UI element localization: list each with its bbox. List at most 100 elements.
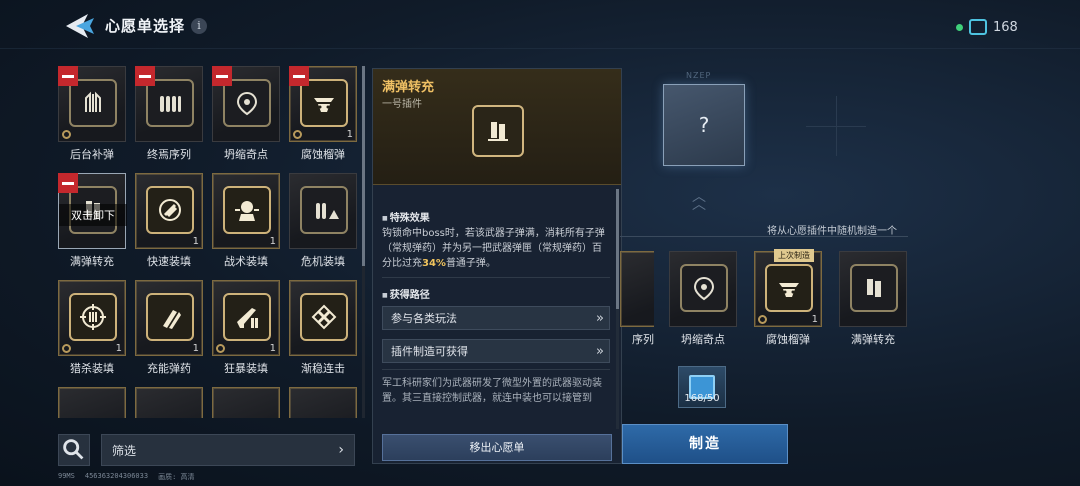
item-name: 坍缩奇点 [224,148,268,161]
corrosion-grenade-icon [765,264,813,312]
item-count: 1 [192,236,199,247]
effect-section-title: 特殊效果 [382,209,430,224]
plugin-item[interactable]: 终焉序列 [135,66,203,162]
plugin-item[interactable]: 1 战术装填 [212,173,280,269]
plugin-item[interactable]: 渐稳连击 [289,280,357,376]
item-name: 充能弹药 [147,362,191,375]
item-count: 1 [269,236,276,247]
effect-highlight-value: 34% [422,258,446,269]
plugin-item[interactable]: 1 腐蚀榴弹 [289,66,357,162]
random-result-slot: ? [663,84,745,166]
plugin-item[interactable]: 坍缩奇点 [212,66,280,162]
chevron-right-icon: › [338,442,344,458]
item-count: 1 [192,343,199,354]
remove-badge-icon[interactable] [289,66,309,86]
plugin-material-icon [969,19,987,35]
hunt-reload-icon [69,293,117,341]
chevron-up-icon: ︿ ︿ [692,189,706,213]
reload-icon [69,79,117,127]
craft-pool-item[interactable]: 序列 [620,251,654,347]
page-title: 心愿单选择 [105,17,186,35]
crisis-reload-icon [300,186,348,234]
tactical-reload-icon [223,186,271,234]
material-count: 168/50 [684,393,720,404]
currency-display: 168 [956,17,1018,37]
plugin-item[interactable]: 危机装填 [289,173,357,269]
remove-badge-icon[interactable] [58,66,78,86]
wishlist-grid: 后台补弹 终焉序列 坍缩奇点 1 腐蚀榴弹 双击卸下 满弹转充 1 快速装填 1… [58,66,358,418]
singularity-icon [223,79,271,127]
item-name: 后台补弹 [70,148,114,161]
craft-pool-item-last-made[interactable]: 上次制造 1 腐蚀榴弹 [754,249,822,347]
info-icon[interactable]: i [191,18,207,34]
divider [620,236,908,237]
route-label: 插件制造可获得 [391,345,468,358]
mag-transfer-icon [850,264,898,312]
item-name: 序列 [632,333,654,346]
obtain-route-button[interactable]: 插件制造可获得 » [382,339,610,363]
background-line [836,96,837,156]
plugin-item[interactable] [212,387,280,418]
obtain-section-title: 获得路径 [382,286,430,301]
currency-value: 168 [993,19,1018,35]
wishlist-scrollbar[interactable] [362,66,365,418]
detail-scrollbar[interactable] [616,189,619,429]
last-made-badge: 上次制造 [774,249,814,262]
item-name: 腐蚀榴弹 [766,333,810,346]
effect-description: 钩锁命中boss时，若该武器子弹满，消耗所有子弹（常规弹药）并为另一把武器弹匣（… [382,226,610,271]
craft-pool-item[interactable]: 满弹转充 [839,251,907,347]
back-arrow-icon [66,14,94,38]
search-icon [63,439,84,460]
plugin-item[interactable]: 1 充能弹药 [135,280,203,376]
remove-badge-icon[interactable] [135,66,155,86]
item-name: 终焉序列 [147,148,191,161]
back-button[interactable] [62,12,98,40]
craft-button[interactable]: 制造 [622,424,788,464]
mag-transfer-icon [472,105,524,157]
craft-pool-item[interactable]: 坍缩奇点 [669,251,737,347]
plugin-item[interactable]: 1 猎杀装填 [58,280,126,376]
online-status-dot [956,23,963,31]
plugin-item[interactable] [289,387,357,418]
item-name: 满弹转充 [851,333,895,346]
remove-badge-icon[interactable] [58,173,78,193]
gear-icon [216,344,225,353]
double-chevron-right-icon: » [596,343,604,359]
route-label: 参与各类玩法 [391,312,457,325]
item-name: 腐蚀榴弹 [301,148,345,161]
remove-from-wishlist-button[interactable]: 移出心愿单 [382,434,612,461]
plugin-item-selected[interactable]: 双击卸下 满弹转充 [58,173,127,269]
detail-title: 满弹转充 [382,80,435,95]
player-uid: 456363204306033 [84,472,149,480]
gear-icon [293,130,302,139]
filter-dropdown[interactable]: 筛选 › [101,434,355,466]
gear-icon [758,315,767,324]
remove-badge-icon[interactable] [212,66,232,86]
plugin-item[interactable]: 1 狂暴装填 [212,280,280,376]
fast-reload-icon [146,186,194,234]
item-name: 渐稳连击 [301,362,345,375]
detail-subtitle: 一号插件 [382,99,422,110]
search-button[interactable] [58,434,90,466]
item-name: 满弹转充 [70,255,114,268]
graphics-quality: 画质: 高清 [158,473,195,481]
detail-header: 满弹转充 一号插件 [373,69,621,185]
item-name: 坍缩奇点 [681,333,725,346]
item-name: 危机装填 [301,255,345,268]
ping-readout: 99MS [58,472,75,480]
plugin-item[interactable] [58,387,126,418]
berserk-reload-icon [223,293,271,341]
plugin-item[interactable]: 后台补弹 [58,66,126,162]
plugin-item[interactable] [135,387,203,418]
slot-code-label: NZEP [686,71,712,80]
plugin-item[interactable]: 1 快速装填 [135,173,203,269]
craft-hint: 将从心愿插件中随机制造一个 [767,226,897,237]
status-bar: 99MS 456363204306033 画质: 高清 [58,472,195,482]
charged-ammo-icon [146,293,194,341]
ammo-row-icon [146,79,194,127]
item-count: 1 [115,343,122,354]
question-mark-icon: ? [698,113,710,137]
obtain-route-button[interactable]: 参与各类玩法 » [382,306,610,330]
gear-icon [62,130,71,139]
double-chevron-right-icon: » [596,310,604,326]
